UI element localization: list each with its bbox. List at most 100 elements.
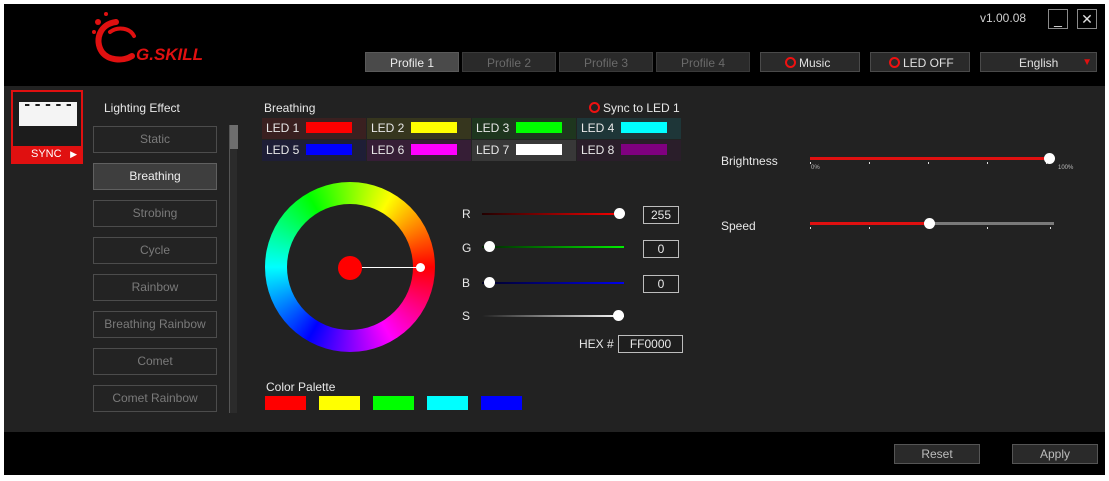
sync-radio-icon[interactable] bbox=[589, 102, 600, 113]
b-slider-track[interactable] bbox=[482, 282, 624, 284]
led-7-label: LED 7 bbox=[476, 143, 510, 157]
led-4-label: LED 4 bbox=[581, 121, 615, 135]
effect-cycle[interactable]: Cycle bbox=[93, 237, 217, 264]
device-card[interactable]: SYNC ▶ bbox=[11, 90, 83, 164]
apply-button[interactable]: Apply bbox=[1012, 444, 1098, 464]
effect-scroll-thumb[interactable] bbox=[230, 125, 238, 149]
b-value-input[interactable]: 0 bbox=[643, 275, 679, 293]
brightness-tick bbox=[869, 162, 870, 164]
palette-color-4[interactable] bbox=[427, 396, 468, 410]
effect-comet[interactable]: Comet bbox=[93, 348, 217, 375]
led-7[interactable]: LED 7 bbox=[472, 140, 576, 161]
effect-breathing-rainbow[interactable]: Breathing Rainbow bbox=[93, 311, 217, 338]
led-3-swatch bbox=[516, 122, 562, 133]
palette-color-5[interactable] bbox=[481, 396, 522, 410]
tab-profile-1[interactable]: Profile 1 bbox=[365, 52, 459, 72]
led-6-swatch bbox=[411, 144, 457, 155]
led-4[interactable]: LED 4 bbox=[577, 118, 681, 139]
palette-color-3[interactable] bbox=[373, 396, 414, 410]
speed-tick bbox=[810, 227, 811, 229]
led-1[interactable]: LED 1 bbox=[262, 118, 366, 139]
palette-color-2[interactable] bbox=[319, 396, 360, 410]
effect-comet-rainbow[interactable]: Comet Rainbow bbox=[93, 385, 217, 412]
r-label: R bbox=[462, 207, 471, 221]
s-slider-knob[interactable] bbox=[613, 310, 624, 321]
music-label: Music bbox=[799, 56, 831, 70]
led-3[interactable]: LED 3 bbox=[472, 118, 576, 139]
sync-to-led-option[interactable]: Sync to LED 1 bbox=[589, 101, 680, 115]
brightness-tick bbox=[810, 162, 811, 164]
led-2-label: LED 2 bbox=[371, 121, 405, 135]
brightness-max-label: 100% bbox=[1058, 165, 1074, 171]
tab-profile-3[interactable]: Profile 3 bbox=[559, 52, 653, 72]
g-value-input[interactable]: 0 bbox=[643, 240, 679, 258]
g-label: G bbox=[462, 241, 472, 255]
brightness-slider-knob[interactable] bbox=[1044, 153, 1055, 164]
memory-module-top-icon bbox=[19, 102, 77, 106]
speed-slider-knob[interactable] bbox=[924, 218, 935, 229]
g-slider-track[interactable] bbox=[482, 246, 624, 248]
effect-scrollbar[interactable] bbox=[229, 125, 238, 413]
lighting-effect-heading: Lighting Effect bbox=[104, 101, 180, 115]
s-slider-track[interactable] bbox=[482, 315, 624, 317]
hex-label: HEX # bbox=[579, 337, 614, 351]
language-value: English bbox=[1019, 56, 1059, 70]
led-2[interactable]: LED 2 bbox=[367, 118, 471, 139]
music-button[interactable]: Music bbox=[760, 52, 860, 72]
color-preview-dot bbox=[338, 256, 362, 280]
s-label: S bbox=[462, 309, 471, 323]
r-slider-knob[interactable] bbox=[614, 208, 625, 219]
speed-label: Speed bbox=[721, 219, 756, 233]
b-slider-knob[interactable] bbox=[484, 277, 495, 288]
tab-profile-2[interactable]: Profile 2 bbox=[462, 52, 556, 72]
dropdown-arrow-icon: ▼ bbox=[1082, 57, 1092, 68]
led-6-label: LED 6 bbox=[371, 143, 405, 157]
led-1-swatch bbox=[306, 122, 352, 133]
minimize-button[interactable]: _ bbox=[1048, 9, 1068, 29]
version-label: v1.00.08 bbox=[980, 11, 1027, 25]
g-slider-knob[interactable] bbox=[484, 241, 495, 252]
sync-to-led-label: Sync to LED 1 bbox=[603, 101, 680, 115]
tab-profile-4[interactable]: Profile 4 bbox=[656, 52, 750, 72]
speed-slider-fill bbox=[810, 222, 930, 225]
led-5-label: LED 5 bbox=[266, 143, 300, 157]
color-wheel[interactable] bbox=[265, 182, 435, 352]
brightness-tick bbox=[987, 162, 988, 164]
speed-tick bbox=[869, 227, 870, 229]
palette-heading: Color Palette bbox=[266, 380, 336, 394]
led-8[interactable]: LED 8 bbox=[577, 140, 681, 161]
effect-breathing[interactable]: Breathing bbox=[93, 163, 217, 190]
led-off-button[interactable]: LED OFF bbox=[870, 52, 970, 72]
panel-title: Breathing bbox=[264, 101, 316, 115]
close-button[interactable]: ✕ bbox=[1077, 9, 1097, 29]
brightness-min-label: 0% bbox=[811, 165, 820, 171]
hex-input[interactable]: FF0000 bbox=[618, 335, 683, 353]
reset-button[interactable]: Reset bbox=[894, 444, 980, 464]
effect-strobing[interactable]: Strobing bbox=[93, 200, 217, 227]
led-7-swatch bbox=[516, 144, 562, 155]
led-5-swatch bbox=[306, 144, 352, 155]
memory-module-icon bbox=[19, 106, 77, 126]
r-value-input[interactable]: 255 bbox=[643, 206, 679, 224]
palette-color-1[interactable] bbox=[265, 396, 306, 410]
led-6[interactable]: LED 6 bbox=[367, 140, 471, 161]
led-8-swatch bbox=[621, 144, 667, 155]
led-off-label: LED OFF bbox=[903, 56, 954, 70]
led-5[interactable]: LED 5 bbox=[262, 140, 366, 161]
brightness-slider-track[interactable] bbox=[810, 157, 1050, 160]
led-3-label: LED 3 bbox=[476, 121, 510, 135]
brightness-tick bbox=[928, 162, 929, 164]
hue-handle[interactable] bbox=[416, 263, 425, 272]
speed-tick bbox=[987, 227, 988, 229]
effect-rainbow[interactable]: Rainbow bbox=[93, 274, 217, 301]
led-off-indicator-icon bbox=[889, 57, 900, 68]
arrow-right-icon: ▶ bbox=[70, 149, 77, 159]
r-slider-track[interactable] bbox=[482, 213, 624, 215]
effect-static[interactable]: Static bbox=[93, 126, 217, 153]
sync-bar[interactable]: SYNC ▶ bbox=[13, 146, 81, 162]
b-label: B bbox=[462, 276, 471, 290]
led-4-swatch bbox=[621, 122, 667, 133]
music-indicator-icon bbox=[785, 57, 796, 68]
language-select[interactable]: English ▼ bbox=[980, 52, 1097, 72]
brightness-label: Brightness bbox=[721, 154, 778, 168]
